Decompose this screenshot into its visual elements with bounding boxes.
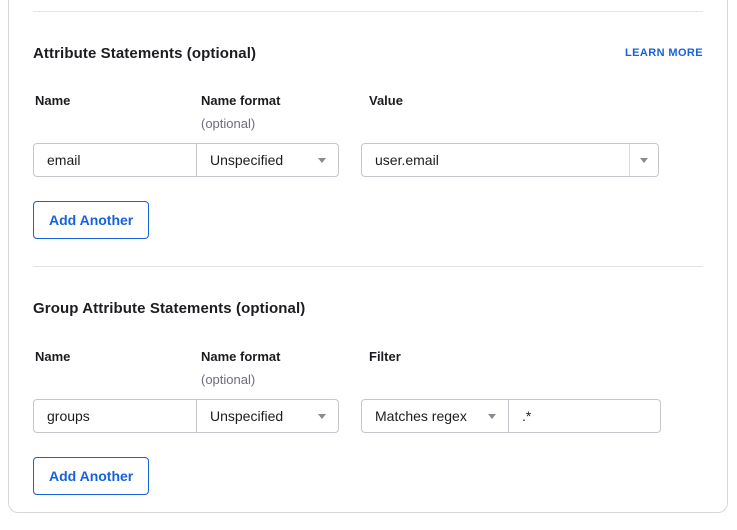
filter-column-label: Filter <box>361 350 401 388</box>
add-another-button[interactable]: Add Another <box>33 457 149 495</box>
group-filter-group: Matches regex <box>361 399 661 433</box>
learn-more-link[interactable]: LEARN MORE <box>625 47 703 59</box>
attribute-value-input[interactable] <box>362 144 629 176</box>
section-divider <box>33 11 703 12</box>
optional-sublabel: (optional) <box>201 117 361 131</box>
settings-card: Attribute Statements (optional) LEARN MO… <box>8 0 728 513</box>
chevron-down-icon <box>488 414 496 419</box>
group-name-input[interactable] <box>34 400 197 432</box>
group-name-format-select[interactable]: Unspecified <box>197 400 338 432</box>
add-another-button[interactable]: Add Another <box>33 201 149 239</box>
name-format-select[interactable]: Unspecified <box>197 144 338 176</box>
filter-value-input[interactable] <box>509 400 660 432</box>
group-name-format-group: Unspecified <box>33 399 339 433</box>
filter-type-selected-value: Matches regex <box>375 408 467 424</box>
value-dropdown-button[interactable] <box>629 144 658 176</box>
name-format-selected-value: Unspecified <box>210 152 283 168</box>
name-format-column-label: Name format (optional) <box>201 350 361 388</box>
attribute-name-input[interactable] <box>34 144 197 176</box>
name-column-label: Name <box>33 350 201 388</box>
section-divider <box>33 266 703 267</box>
attribute-value-group <box>361 143 659 177</box>
chevron-down-icon <box>318 158 326 163</box>
filter-type-select[interactable]: Matches regex <box>362 400 509 432</box>
name-format-column-label: Name format (optional) <box>201 94 361 132</box>
group-name-format-selected-value: Unspecified <box>210 408 283 424</box>
optional-sublabel: (optional) <box>201 373 361 387</box>
chevron-down-icon <box>640 158 648 163</box>
chevron-down-icon <box>318 414 326 419</box>
value-column-label: Value <box>361 94 403 132</box>
name-column-label: Name <box>33 94 201 132</box>
attribute-statements-heading: Attribute Statements (optional) <box>33 45 256 62</box>
group-attribute-statements-heading: Group Attribute Statements (optional) <box>33 300 305 317</box>
attribute-name-format-group: Unspecified <box>33 143 339 177</box>
